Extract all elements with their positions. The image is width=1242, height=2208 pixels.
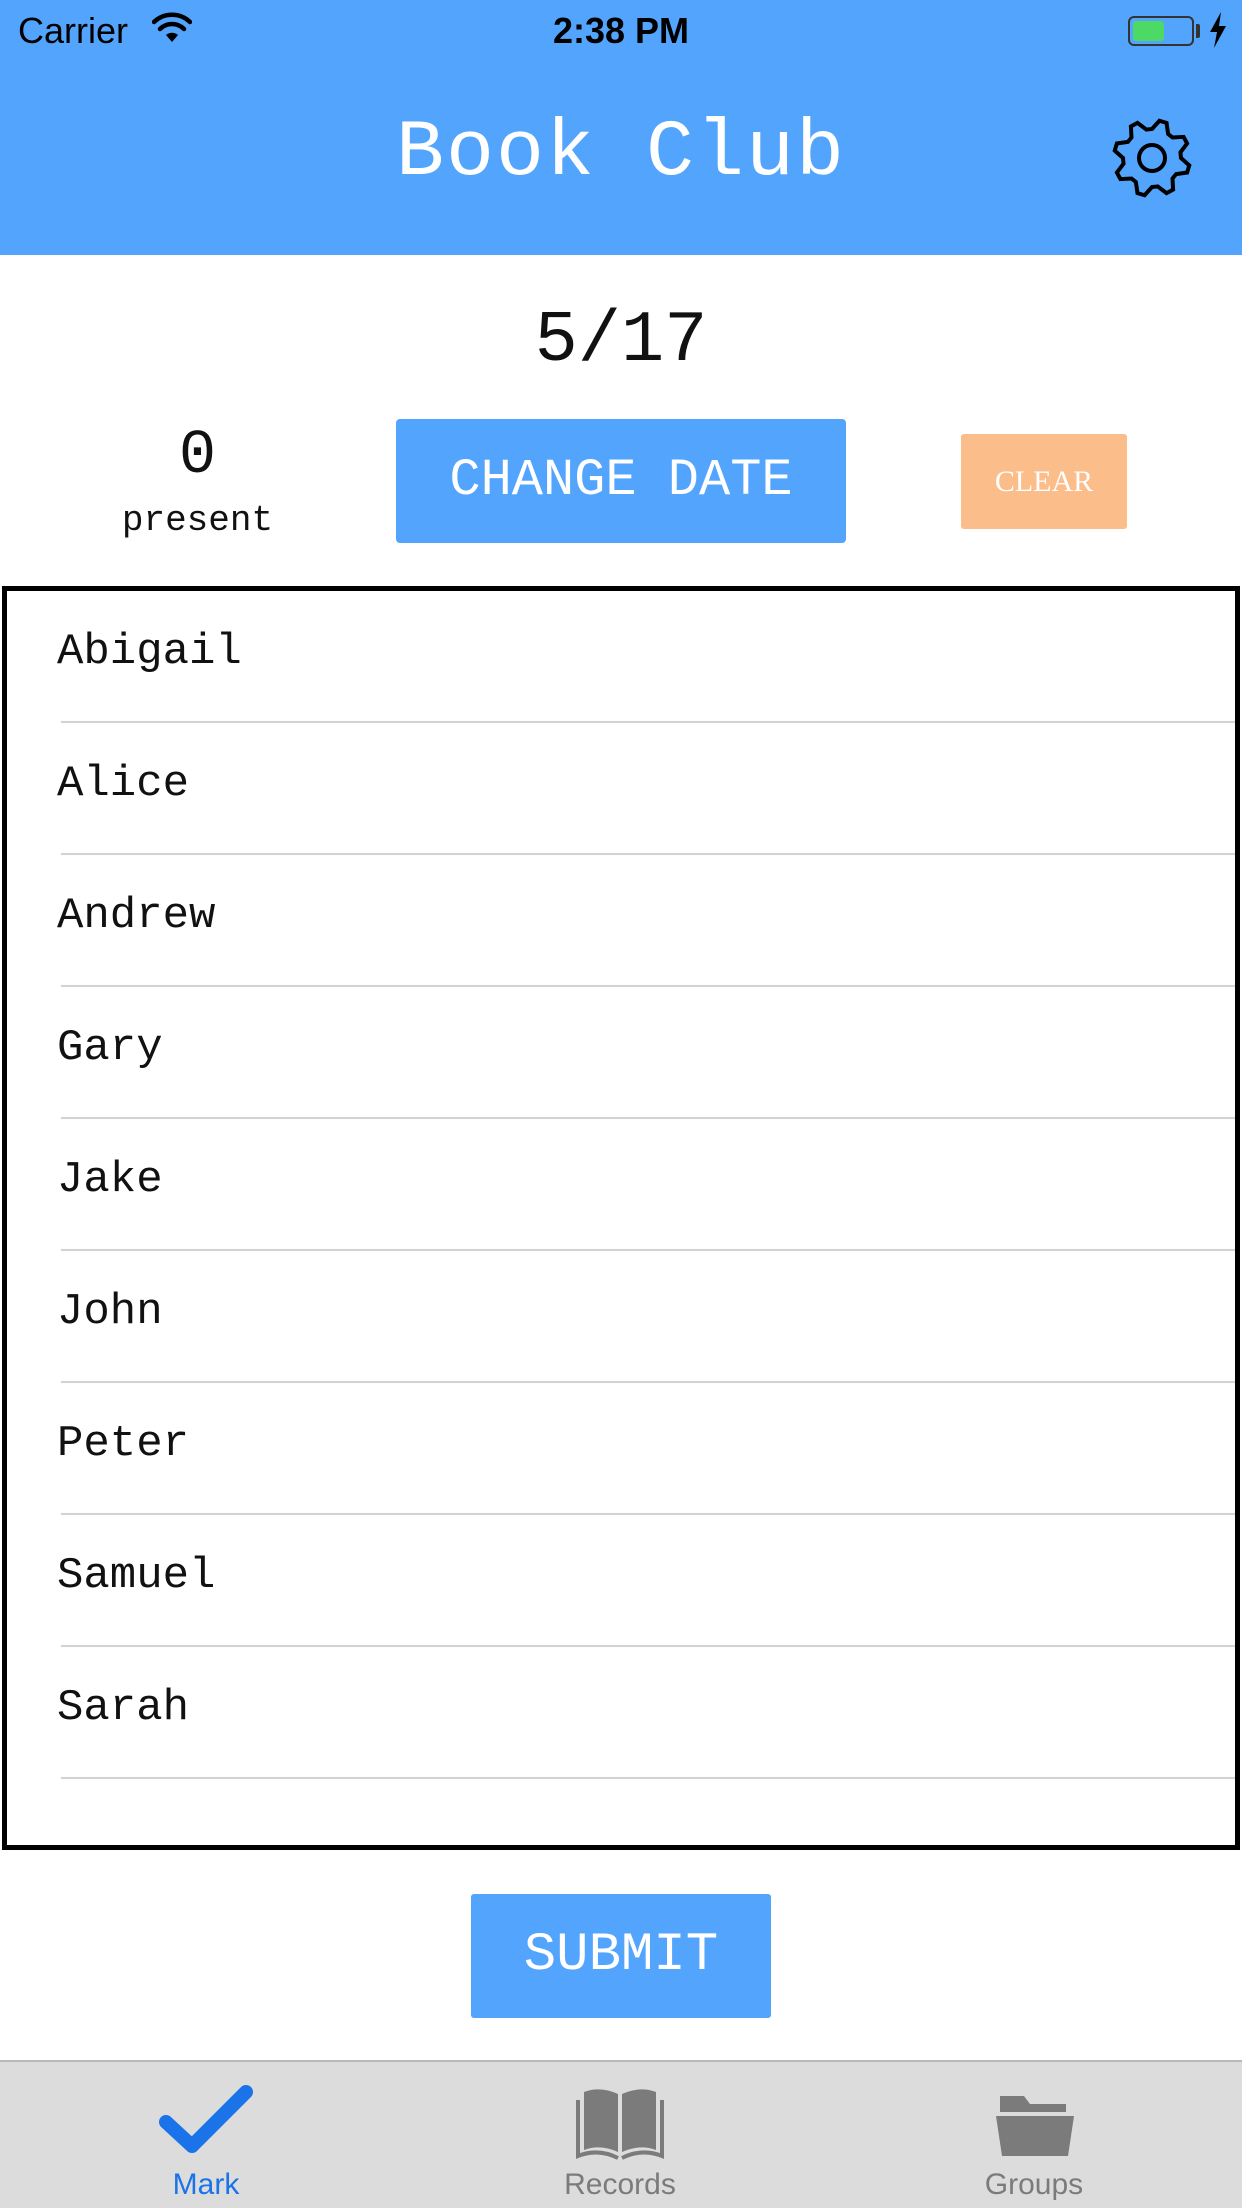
list-item[interactable]: Jake	[7, 1119, 1235, 1251]
submit-button[interactable]: SUBMIT	[471, 1894, 771, 2018]
tab-records[interactable]: Records	[495, 2062, 745, 2208]
list-item[interactable]: Andrew	[7, 855, 1235, 987]
header: Carrier 2:38 PM Book Club	[0, 0, 1242, 255]
tab-label-mark: Mark	[172, 2168, 240, 2201]
list-item[interactable]: Abigail	[7, 591, 1235, 723]
member-name: Sarah	[57, 1683, 190, 1733]
list-item[interactable]: Sarah	[7, 1647, 1235, 1779]
member-name: Gary	[57, 1023, 163, 1073]
clear-button[interactable]: CLEAR	[961, 434, 1127, 529]
present-label: present	[121, 500, 274, 541]
folder-icon	[996, 2096, 1074, 2156]
list-item[interactable]: Samuel	[7, 1515, 1235, 1647]
list-item[interactable]: Peter	[7, 1383, 1235, 1515]
list-item[interactable]: Alice	[7, 723, 1235, 855]
tab-label-records: Records	[564, 2168, 676, 2201]
app-title: Book Club	[395, 108, 847, 199]
member-list[interactable]: Abigail Alice Andrew Gary Jake John Pete…	[2, 586, 1240, 1850]
selected-date: 5/17	[534, 300, 708, 382]
status-time: 2:38 PM	[552, 10, 690, 51]
member-name: John	[57, 1287, 163, 1337]
tab-label-groups: Groups	[984, 2168, 1084, 2201]
row-divider	[61, 1777, 1235, 1779]
member-name: Samuel	[57, 1551, 216, 1601]
tab-mark[interactable]: Mark	[81, 2062, 331, 2208]
gear-icon[interactable]	[1108, 114, 1196, 202]
list-item[interactable]: Gary	[7, 987, 1235, 1119]
charging-bolt-icon	[1210, 12, 1226, 48]
change-date-button[interactable]: CHANGE DATE	[396, 419, 846, 543]
tab-groups[interactable]: Groups	[909, 2062, 1159, 2208]
battery-nub	[1196, 24, 1200, 38]
checkmark-icon	[159, 2085, 253, 2153]
battery-icon	[1128, 16, 1194, 46]
member-name: Alice	[57, 759, 190, 809]
status-bar: Carrier 2:38 PM	[0, 0, 1242, 62]
member-name: Abigail	[57, 627, 242, 677]
book-icon	[576, 2089, 664, 2160]
list-item[interactable]: John	[7, 1251, 1235, 1383]
present-count: 0	[178, 420, 217, 491]
member-name: Andrew	[57, 891, 216, 941]
tab-bar: Mark Records Groups	[0, 2060, 1242, 2208]
member-name: Peter	[57, 1419, 190, 1469]
member-name: Jake	[57, 1155, 163, 1205]
